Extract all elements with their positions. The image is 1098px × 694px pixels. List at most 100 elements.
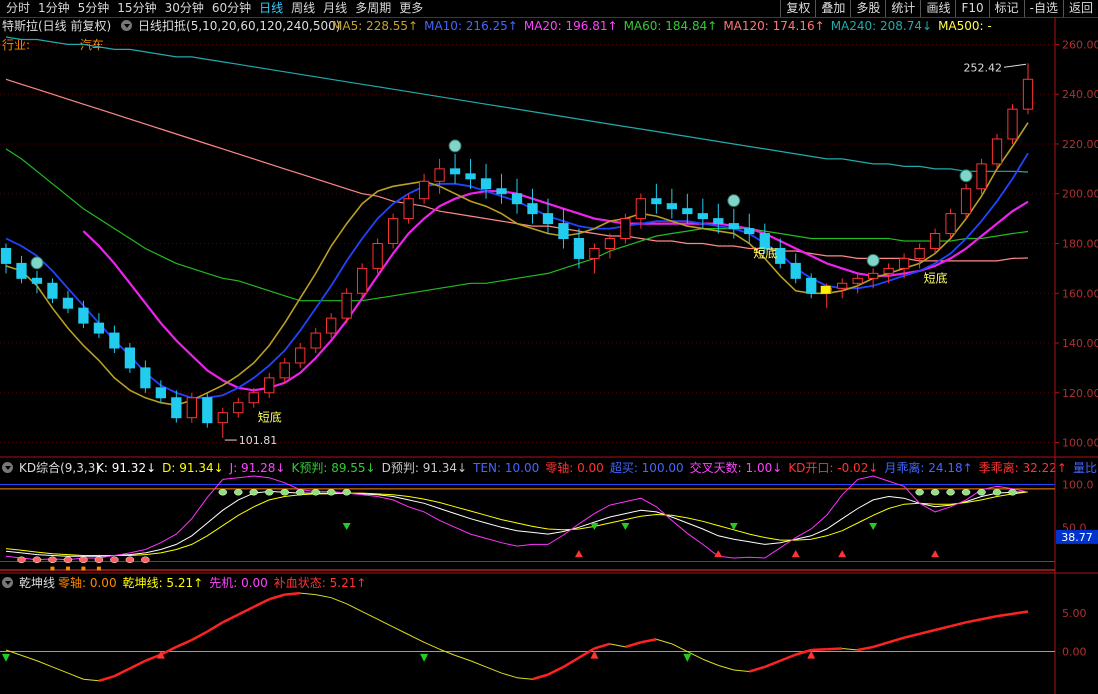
period-tab-8[interactable]: 月线 (319, 0, 351, 17)
kd-overbought-bead-1-64 (992, 488, 1002, 496)
kd-arrow-5 (729, 523, 738, 530)
candle-body-1 (16, 262, 27, 279)
ma-label-5: MA240: 208.74↓ (830, 19, 933, 33)
period-tab-9[interactable]: 多周期 (351, 0, 395, 17)
qk-segment-45 (687, 651, 704, 660)
kd-oversold-bead-4 (63, 556, 73, 563)
period-tab-7[interactable]: 周线 (287, 0, 319, 17)
candle-body-66 (1022, 78, 1034, 110)
qk-segment-35 (532, 673, 549, 681)
candle-body-38 (589, 247, 600, 259)
toolbar-button-2[interactable]: 多股 (850, 0, 885, 17)
candle-body-55 (852, 277, 863, 284)
industry-value[interactable]: 汽车 (80, 38, 104, 52)
y-tick-label-4: 180.00 (1062, 238, 1098, 251)
kd-arrow-6 (791, 550, 800, 558)
annotation-label-1: 短底 (753, 246, 777, 261)
qk-segment-20 (300, 592, 316, 596)
ma-line-ma60 (5, 148, 1029, 302)
high-arrow (1003, 63, 1027, 68)
period-tab-3[interactable]: 15分钟 (113, 0, 160, 17)
toolbar-button-8[interactable]: 返回 (1062, 0, 1098, 17)
candle-body-52 (806, 277, 817, 294)
period-tab-6[interactable]: 日线 (255, 0, 287, 17)
candle-body-27 (418, 180, 430, 200)
stock-title[interactable]: 特斯拉(日线 前复权) (2, 19, 111, 33)
toolbar-button-4[interactable]: 画线 (920, 0, 955, 17)
toolbar-button-3[interactable]: 统计 (885, 0, 920, 17)
candle-body-8 (124, 347, 136, 369)
toolbar-button-7[interactable]: -自选 (1023, 0, 1063, 17)
kd-overbought-bead-1-59 (915, 488, 924, 496)
ma-values-legend: MA5: 228.55↑ MA10: 216.25↑ MA20: 196.81↑ MA… (332, 19, 998, 33)
candle-body-31 (480, 178, 492, 190)
qk-settings-icon[interactable] (2, 577, 13, 588)
ma-line-ma120 (5, 78, 1029, 262)
qk-segment-65 (996, 612, 1013, 618)
kd-overbought-bead-0-20 (311, 488, 320, 496)
toolbar-button-6[interactable]: 标记 (988, 0, 1024, 17)
ma-label-0: MA5: 228.55↑ (332, 19, 419, 33)
y-tick-label-7: 120.00 (1062, 387, 1098, 400)
candle-body-59 (914, 247, 925, 259)
kd-bar-4 (65, 566, 70, 571)
candle-body-45 (697, 213, 708, 220)
candle-body-4 (62, 297, 74, 309)
qk-segment-46 (702, 658, 719, 666)
kd-label-1: D: 91.34↓ (162, 461, 224, 475)
candle-body-35 (542, 213, 554, 225)
indicator-settings-icon[interactable] (121, 20, 133, 31)
kd-overbought-bead-1-62 (961, 488, 971, 496)
qk-segment-22 (330, 597, 347, 605)
indicator-name[interactable]: 日线扣抵(5,10,20,60,120,240,500) (138, 19, 340, 33)
kd-cursor-value-box (1056, 529, 1098, 544)
qk-title[interactable]: 乾坤线 (19, 576, 55, 590)
qk-segment-59 (903, 632, 920, 639)
ma-label-2: MA20: 196.81↑ (523, 19, 618, 33)
kd-overbought-bead-0-17 (264, 488, 274, 496)
qk-segment-15 (222, 613, 239, 624)
period-tab-0[interactable]: 分时 (2, 0, 34, 17)
period-tab-2[interactable]: 5分钟 (74, 0, 114, 17)
candle-body-23 (357, 267, 368, 294)
ma-label-6: MA500: - (938, 19, 992, 33)
qk-segment-25 (377, 618, 394, 628)
period-tab-1[interactable]: 1分钟 (34, 0, 74, 17)
toolbar-button-1[interactable]: 叠加 (815, 0, 850, 17)
candle-body-11 (171, 397, 182, 419)
period-tabs: 分时 1分钟 5分钟 15分钟 30分钟 60分钟 日线 周线 月线 多周期 更多 (2, 0, 427, 17)
candle-body-41 (635, 198, 647, 220)
period-toolbar: 分时 1分钟 5分钟 15分钟 30分钟 60分钟 日线 周线 月线 多周期 更多 复权 叠加 多股 统计… (0, 0, 1098, 18)
toolbar-button-0[interactable]: 复权 (780, 0, 815, 17)
period-tab-4[interactable]: 30分钟 (161, 0, 208, 17)
candle-body-64 (991, 138, 1003, 165)
kd-overbought-bead-0-18 (280, 488, 289, 496)
ma-line-ma10 (5, 152, 1029, 399)
qk-segment-34 (516, 677, 533, 680)
candle-body-33 (511, 193, 523, 205)
candle-body-5 (78, 307, 89, 324)
y-tick-label-5: 160.00 (1062, 287, 1098, 300)
candle-body-26 (403, 198, 414, 220)
candle-body-46 (713, 218, 724, 225)
qk-segment-30 (454, 654, 471, 662)
kd-overbought-bead-0-16 (249, 488, 259, 496)
qk-segment-32 (485, 666, 502, 674)
qk-segment-24 (361, 611, 378, 620)
toolbar-button-5[interactable]: F10 (955, 0, 988, 17)
kd-overbought-bead-1-65 (1008, 488, 1017, 496)
candle-body-12 (186, 397, 197, 419)
kd-settings-icon[interactable] (2, 462, 13, 473)
y-tick-label-2: 220.00 (1062, 138, 1098, 151)
period-tab-5[interactable]: 60分钟 (208, 0, 255, 17)
candle-body-61 (945, 213, 956, 235)
candle-body-53 (821, 287, 832, 294)
qk-segment-27 (408, 634, 425, 643)
annotation-label-2: 短底 (924, 270, 948, 285)
kd-title[interactable]: KD综合(9,3,3) (19, 461, 100, 475)
qk-segment-55 (842, 647, 858, 651)
industry-info: 行业: 汽车 (2, 38, 110, 52)
period-tab-10[interactable]: 更多 (395, 0, 427, 17)
low-label: 101.81 (239, 434, 278, 447)
kd-label-7: 超买: 100.00 (609, 461, 684, 475)
